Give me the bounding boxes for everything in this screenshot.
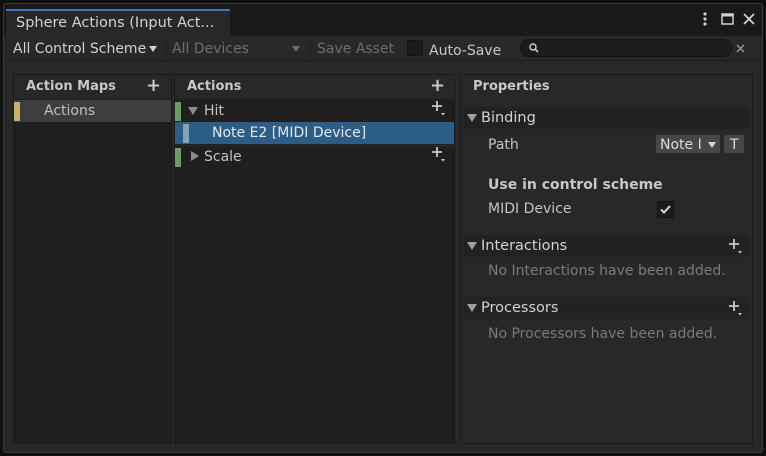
action-label: Hit [204, 103, 224, 119]
add-processor-icon[interactable] [728, 300, 744, 323]
toolbar: All Control Scheme All Devices Save Asse… [4, 36, 762, 61]
search-icon [529, 43, 539, 53]
close-icon[interactable] [742, 11, 756, 27]
more-options-icon[interactable] [698, 11, 712, 27]
add-interaction-icon[interactable] [728, 238, 744, 261]
scheme-checkbox[interactable] [657, 201, 674, 218]
processors-section-header[interactable]: Processors [464, 297, 749, 319]
maximize-icon[interactable] [720, 11, 734, 27]
toolbar-divider [166, 40, 167, 58]
text-mode-button[interactable]: T [723, 134, 745, 154]
path-value: Note I [660, 137, 702, 153]
clear-search-icon[interactable] [736, 41, 745, 57]
properties-panel: Properties Binding Path Note I T Use in … [460, 74, 753, 444]
path-label: Path [488, 137, 519, 153]
properties-header: Properties [461, 75, 752, 99]
devices-label: All Devices [172, 41, 249, 57]
expand-arrow-icon [467, 242, 477, 250]
action-item-hit[interactable]: Hit [175, 100, 454, 122]
action-map-color-stripe [14, 102, 20, 121]
title-bar: Sphere Actions (Input Act... [4, 4, 762, 36]
action-map-label: Actions [44, 103, 96, 119]
interactions-section-title: Interactions [481, 238, 568, 254]
expand-arrow-icon [467, 114, 477, 122]
interactions-section-header[interactable]: Interactions [464, 235, 749, 257]
window-controls [698, 11, 756, 27]
auto-save-checkbox[interactable] [407, 40, 423, 56]
chevron-down-icon [149, 46, 158, 52]
action-maps-header: Action Maps + [14, 75, 171, 99]
auto-save-label: Auto-Save [429, 43, 502, 59]
action-maps-title: Action Maps [26, 79, 116, 94]
control-scheme-dropdown[interactable]: All Control Scheme [13, 39, 158, 59]
save-asset-button[interactable]: Save Asset [317, 39, 394, 59]
expand-arrow-icon[interactable] [188, 107, 198, 115]
devices-dropdown[interactable]: All Devices [172, 39, 300, 59]
action-color-stripe [175, 148, 181, 167]
actions-panel: Actions + Hit Note E2 [MIDI Device] Scal… [174, 74, 455, 444]
control-scheme-label: All Control Scheme [13, 41, 147, 57]
binding-color-stripe [183, 124, 189, 143]
processors-empty-text: No Processors have been added. [488, 326, 718, 342]
add-action-icon[interactable]: + [430, 77, 445, 95]
chevron-down-icon [708, 142, 716, 148]
binding-section-title: Binding [481, 110, 536, 126]
scheme-name-label: MIDI Device [488, 201, 572, 217]
add-action-map-icon[interactable]: + [146, 77, 161, 95]
binding-label: Note E2 [MIDI Device] [212, 125, 367, 141]
checkmark-icon [660, 205, 671, 214]
properties-title: Properties [473, 79, 550, 94]
window-tab[interactable]: Sphere Actions (Input Act... [6, 9, 230, 36]
actions-title: Actions [187, 79, 242, 94]
collapse-arrow-icon[interactable] [191, 151, 199, 161]
action-label: Scale [204, 149, 242, 165]
interactions-empty-text: No Interactions have been added. [488, 263, 726, 279]
actions-header: Actions + [175, 75, 454, 99]
toolbar-divider [310, 40, 311, 58]
binding-item-note-e2[interactable]: Note E2 [MIDI Device] [175, 122, 454, 144]
add-binding-icon[interactable] [431, 146, 447, 169]
expand-arrow-icon [467, 304, 477, 312]
add-binding-icon[interactable] [431, 100, 447, 123]
action-color-stripe [175, 102, 181, 121]
chevron-down-icon [292, 46, 300, 52]
path-dropdown[interactable]: Note I [655, 134, 721, 154]
search-input[interactable] [520, 39, 732, 57]
processors-section-title: Processors [481, 300, 559, 316]
action-map-item[interactable]: Actions [14, 100, 171, 122]
control-scheme-heading: Use in control scheme [488, 177, 663, 193]
binding-section-header[interactable]: Binding [464, 107, 749, 129]
action-item-scale[interactable]: Scale [175, 145, 454, 168]
action-maps-panel: Action Maps + Actions [13, 74, 172, 444]
input-actions-window: Sphere Actions (Input Act... All Control… [3, 3, 763, 453]
